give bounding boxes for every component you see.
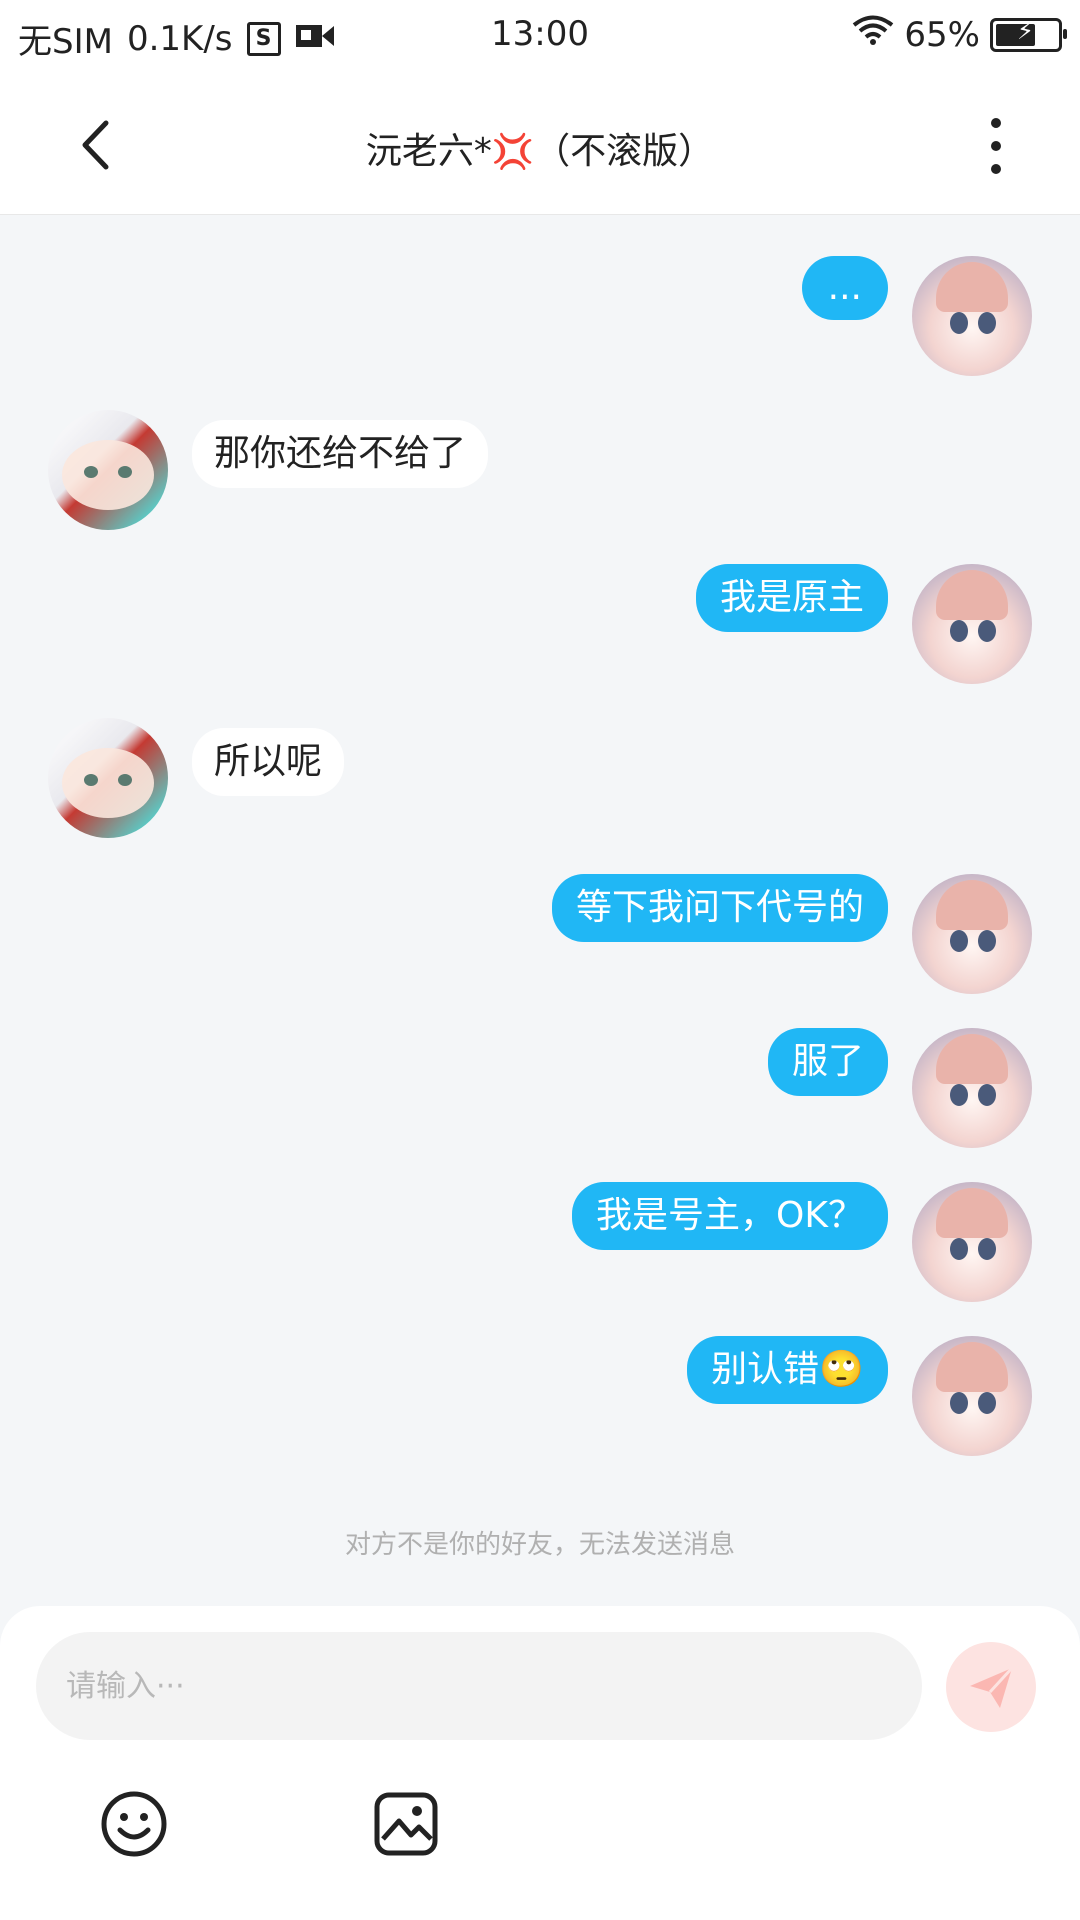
- smiley-icon: [101, 1791, 167, 1857]
- my-avatar[interactable]: [912, 1028, 1032, 1148]
- message-bubble[interactable]: 那你还给不给了: [192, 420, 489, 488]
- message-item: 别认错🙄: [687, 1336, 1032, 1456]
- my-avatar[interactable]: [912, 256, 1032, 376]
- message-bubble[interactable]: 等下我问下代号的: [551, 874, 888, 942]
- anger-emoji: 💢: [491, 132, 535, 172]
- battery-percent: 65%: [904, 14, 980, 55]
- message-input[interactable]: [36, 1632, 922, 1740]
- system-notice: 对方不是你的好友，无法发送消息: [344, 1530, 735, 1560]
- message-item: ...: [801, 256, 1032, 376]
- contact-avatar[interactable]: [48, 410, 168, 530]
- message-item: 所以呢: [48, 718, 345, 838]
- message-bubble[interactable]: 我是号主，OK？: [572, 1182, 888, 1250]
- contact-avatar[interactable]: [48, 718, 168, 838]
- message-bubble[interactable]: 别认错🙄: [687, 1336, 888, 1404]
- message-bubble[interactable]: 所以呢: [192, 728, 345, 796]
- message-list[interactable]: ... 那你还给不给了 我是原主 所以呢 等下我问下代号的 服了 我是号主，OK…: [0, 214, 1080, 1604]
- my-avatar[interactable]: [912, 1336, 1032, 1456]
- message-item: 我是原主: [695, 564, 1032, 684]
- more-dot: [991, 164, 1001, 174]
- emoji-button[interactable]: [98, 1788, 170, 1860]
- more-button[interactable]: [976, 118, 1016, 174]
- chat-title: 沅老六*💢（不滚版）: [0, 122, 1080, 174]
- title-suffix: （不滚版）: [534, 131, 715, 172]
- charging-bolt-icon: ⚡: [1017, 16, 1034, 45]
- input-bar: [0, 1606, 1080, 1920]
- wifi-icon: [852, 14, 894, 55]
- message-item: 那你还给不给了: [48, 410, 489, 530]
- message-bubble[interactable]: ...: [801, 256, 888, 320]
- battery-icon: ⚡: [990, 16, 1067, 52]
- image-button[interactable]: [370, 1788, 442, 1860]
- send-icon: [970, 1666, 1014, 1708]
- message-bubble[interactable]: 服了: [767, 1028, 888, 1096]
- status-bar: 无SIM 0.1K/s S 13:00 65% ⚡: [0, 0, 1080, 74]
- message-item: 我是号主，OK？: [572, 1182, 1032, 1302]
- my-avatar[interactable]: [912, 874, 1032, 994]
- image-icon: [374, 1792, 438, 1856]
- my-avatar[interactable]: [912, 564, 1032, 684]
- send-button[interactable]: [946, 1642, 1036, 1732]
- title-name: 沅老六*: [365, 131, 492, 172]
- message-item: 等下我问下代号的: [551, 874, 1032, 994]
- more-dot: [991, 141, 1001, 151]
- my-avatar[interactable]: [912, 1182, 1032, 1302]
- message-bubble[interactable]: 我是原主: [695, 564, 888, 632]
- more-dot: [991, 118, 1001, 128]
- message-item: 服了: [767, 1028, 1032, 1148]
- chat-header: 沅老六*💢（不滚版）: [0, 74, 1080, 215]
- status-right: 65% ⚡: [852, 14, 1067, 55]
